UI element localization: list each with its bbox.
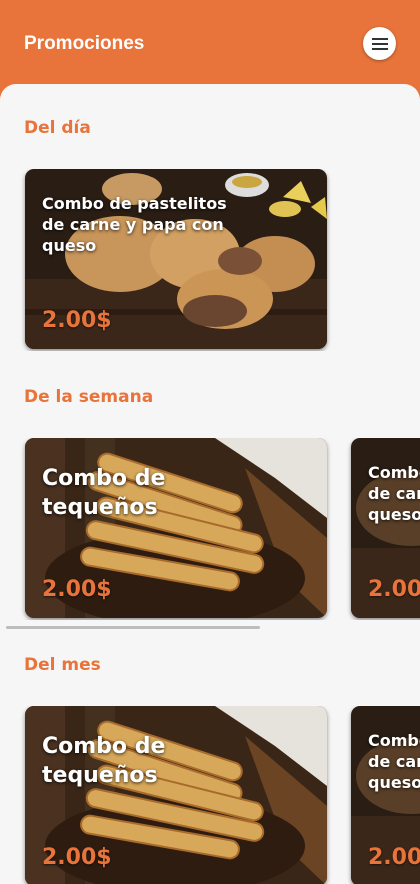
promo-card[interactable]: Combo de pastelitos de carne y papa con … (25, 169, 327, 349)
card-price: 2.00$ (368, 845, 420, 870)
section-title-del-dia: Del día (24, 118, 91, 138)
promo-card[interactable]: Combo de pastelitos de carne y papa con … (351, 706, 420, 884)
promo-card[interactable]: Combo de pastelitos de carne y papa con … (351, 438, 420, 618)
content-sheet: Del día Combo de pastelitos de carne y p… (0, 84, 420, 884)
card-price: 2.00$ (42, 577, 112, 602)
card-price: 2.00$ (42, 308, 112, 333)
carousel-de-la-semana[interactable]: Combo de tequeños 2.00$ Combo de pasteli… (0, 438, 420, 620)
card-title: Combo de tequeños (42, 466, 166, 520)
card-title: Combo de tequeños (42, 734, 166, 788)
page-title: Promociones (24, 33, 145, 54)
menu-button[interactable] (363, 27, 396, 60)
carousel-del-mes[interactable]: Combo de tequeños 2.00$ Combo de pasteli… (0, 706, 420, 884)
card-price: 2.00$ (42, 845, 112, 870)
promo-card[interactable]: Combo de tequeños 2.00$ (25, 438, 327, 618)
section-title-del-mes: Del mes (24, 655, 101, 675)
section-title-de-la-semana: De la semana (24, 387, 154, 407)
card-title: Combo de pastelitos de carne y papa con … (368, 463, 420, 524)
card-title: Combo de pastelitos de carne y papa con … (368, 731, 420, 792)
card-title: Combo de pastelitos de carne y papa con … (42, 194, 227, 255)
carousel-del-dia[interactable]: Combo de pastelitos de carne y papa con … (0, 169, 420, 351)
menu-icon (371, 37, 388, 50)
promo-card[interactable]: Combo de tequeños 2.00$ (25, 706, 327, 884)
horizontal-scrollbar[interactable] (6, 626, 260, 629)
app-bar: Promociones (0, 0, 420, 90)
card-price: 2.00$ (368, 577, 420, 602)
